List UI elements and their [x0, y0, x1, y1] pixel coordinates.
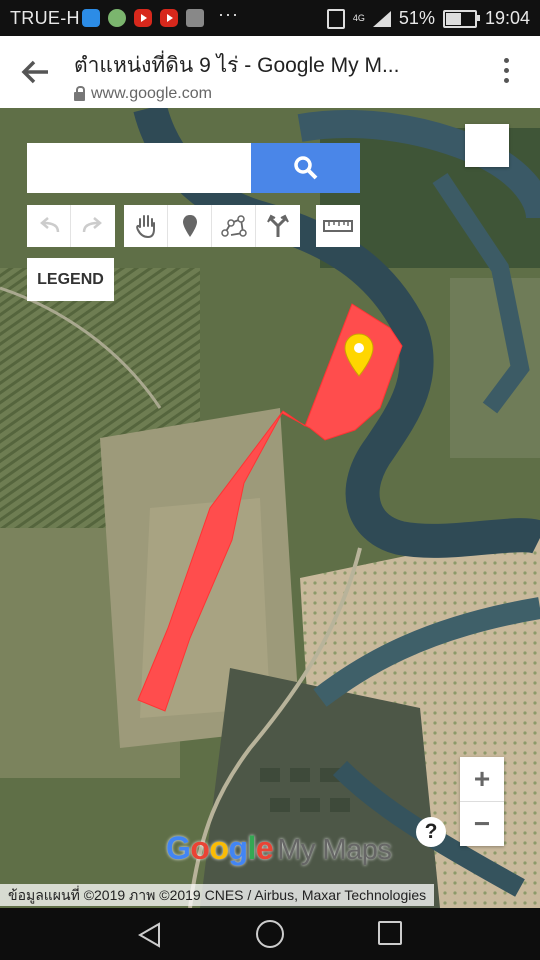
battery-icon — [442, 9, 480, 28]
battery-percent: 51% — [398, 8, 435, 28]
search-icon — [293, 156, 317, 180]
more-notifications-icon: ··· — [218, 4, 239, 24]
nav-recents-icon[interactable] — [378, 921, 402, 945]
history-toolbar — [27, 205, 115, 247]
google-my-maps-logo: Go o g l e My Maps — [166, 830, 392, 866]
legend-button[interactable]: LEGEND — [27, 258, 114, 301]
map-view[interactable]: LEGEND + − ? Go o g l e My Maps ข้อมูลแผนที่ … — [0, 108, 540, 908]
clock: 19:04 — [484, 8, 530, 28]
redo-icon — [82, 217, 102, 233]
gallery-icon — [186, 9, 204, 27]
search-button[interactable] — [251, 143, 360, 193]
marker-icon — [182, 215, 197, 237]
overflow-menu-button[interactable] — [502, 58, 510, 88]
redo-button[interactable] — [71, 205, 115, 247]
notification-icons — [82, 9, 204, 27]
drawing-toolbar — [124, 205, 300, 247]
directions-button[interactable] — [256, 205, 300, 247]
dot-icon — [503, 78, 509, 83]
arrow-left-icon — [21, 60, 48, 84]
nav-back-icon[interactable] — [137, 922, 163, 948]
measure-button[interactable] — [316, 205, 360, 247]
status-bar: TRUE-H ··· 4G 51% 19:04 — [0, 0, 540, 36]
directions-icon — [267, 214, 289, 237]
youtube-icon — [134, 9, 152, 27]
nav-home-icon[interactable] — [256, 920, 284, 948]
pan-tool-button[interactable] — [124, 205, 168, 247]
undo-icon — [39, 217, 59, 233]
browser-toolbar: ตำแหน่งที่ดิน 9 ไร่ - Google My M... www… — [0, 36, 540, 108]
network-type: 4G — [352, 13, 365, 23]
hand-icon — [135, 215, 155, 239]
help-button[interactable]: ? — [416, 817, 446, 847]
zoom-in-button[interactable]: + — [460, 757, 504, 802]
vibrate-icon — [326, 8, 345, 29]
dot-icon — [503, 58, 509, 63]
measure-toolbar — [316, 205, 360, 247]
draw-line-icon — [220, 215, 247, 237]
dot-icon — [503, 68, 509, 73]
lock-icon — [74, 85, 85, 101]
add-marker-button[interactable] — [168, 205, 212, 247]
url-display[interactable]: www.google.com — [74, 85, 212, 103]
back-button[interactable] — [18, 56, 54, 88]
zoom-out-button[interactable]: − — [460, 802, 504, 846]
location-marker-icon[interactable] — [343, 332, 375, 378]
system-navigation-bar — [0, 908, 540, 960]
draw-line-button[interactable] — [212, 205, 256, 247]
ruler-icon — [323, 220, 353, 232]
url-text: www.google.com — [91, 85, 212, 102]
undo-button[interactable] — [27, 205, 71, 247]
signal-icon — [372, 10, 391, 27]
zoom-controls: + − — [460, 757, 504, 846]
page-title: ตำแหน่งที่ดิน 9 ไร่ - Google My M... — [74, 54, 400, 77]
messenger-icon — [82, 9, 100, 27]
map-attribution: ข้อมูลแผนที่ ©2019 ภาพ ©2019 CNES / Airb… — [0, 884, 435, 906]
youtube-icon — [160, 9, 178, 27]
search-input[interactable] — [27, 143, 251, 193]
map-layer-button[interactable] — [465, 124, 509, 167]
battery-fill — [445, 12, 462, 25]
app-icon — [108, 9, 126, 27]
carrier-label: TRUE-H — [10, 8, 80, 28]
